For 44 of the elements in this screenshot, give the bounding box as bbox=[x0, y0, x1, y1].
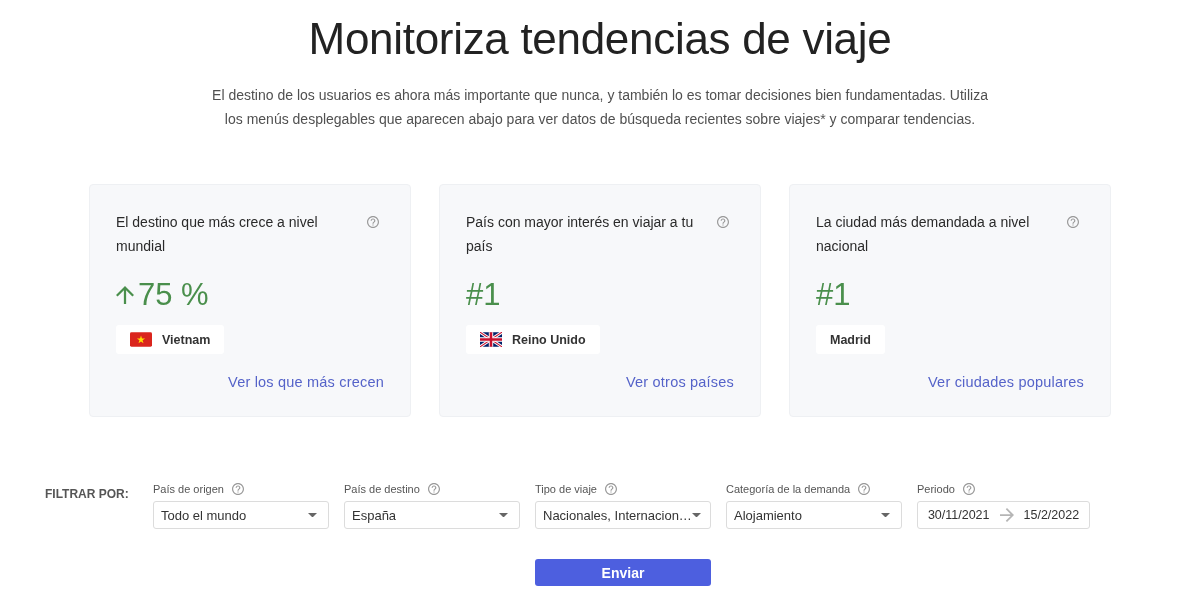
caret-icon bbox=[499, 512, 508, 518]
stat-value: #1 bbox=[466, 278, 501, 312]
submit-button[interactable]: Enviar bbox=[535, 559, 711, 586]
page-title: Monitoriza tendencias de viaje bbox=[308, 13, 892, 65]
dropdown-select[interactable]: España bbox=[344, 501, 520, 529]
card-title: La ciudad más demandada a nivel nacional bbox=[816, 213, 1031, 256]
arrow-right-icon bbox=[999, 508, 1014, 522]
caret-icon bbox=[691, 512, 701, 518]
dropdown-select[interactable]: Alojamiento bbox=[726, 501, 902, 529]
field-label: País de origen bbox=[153, 483, 224, 495]
help-icon[interactable] bbox=[858, 483, 871, 495]
card-link[interactable]: Ver otros países bbox=[626, 372, 734, 392]
help-icon[interactable] bbox=[717, 216, 729, 228]
card-title: País con mayor interés en viajar a tu país bbox=[466, 213, 695, 256]
result-chip: Vietnam bbox=[116, 325, 225, 354]
field-label: País de destino bbox=[344, 483, 420, 495]
caret-icon bbox=[308, 512, 317, 518]
card-title: El destino que más crece a nivel mundial bbox=[116, 213, 319, 256]
card-link[interactable]: Ver ciudades populares bbox=[928, 372, 1084, 392]
arrow-up-icon bbox=[116, 285, 134, 305]
field-label: Tipo de viaje bbox=[535, 483, 597, 495]
help-icon[interactable] bbox=[1067, 216, 1079, 228]
result-chip: Madrid bbox=[816, 325, 885, 354]
field-label: Periodo bbox=[917, 483, 955, 495]
help-icon[interactable] bbox=[962, 483, 975, 495]
dropdown-select[interactable]: Nacionales, Internacion… bbox=[535, 501, 711, 529]
help-icon[interactable] bbox=[231, 483, 244, 495]
result-chip: Reino Unido bbox=[466, 325, 600, 354]
filter-by-label: FILTRAR POR: bbox=[45, 487, 130, 501]
caret-icon bbox=[881, 512, 890, 518]
card-link[interactable]: Ver los que más crecen bbox=[228, 372, 384, 392]
stat-value: #1 bbox=[816, 278, 851, 312]
dropdown-select[interactable]: Todo el mundo bbox=[153, 501, 329, 529]
start-date: 30/11/2021 bbox=[927, 508, 990, 522]
stat-value: 75 % bbox=[138, 278, 209, 312]
flag-icon bbox=[130, 332, 152, 347]
flag-icon bbox=[480, 332, 502, 347]
help-icon[interactable] bbox=[427, 483, 440, 495]
field-label: Categoría de la demanda bbox=[726, 483, 851, 495]
help-icon[interactable] bbox=[367, 216, 379, 228]
end-date: 15/2/2022 bbox=[1023, 508, 1080, 522]
intro-paragraph: El destino de los usuarios es ahora más importante que nunca, y también lo es tomar decisiones bien fundamentadas. Utiliza los menús desplegables que aparecen abajo para ver datos de búsqueda recientes sobre viajes* y comparar tendencias. bbox=[211, 86, 989, 129]
date-range-field[interactable]: 30/11/2021 15/2/2022 bbox=[917, 501, 1090, 529]
help-icon[interactable] bbox=[604, 483, 617, 495]
